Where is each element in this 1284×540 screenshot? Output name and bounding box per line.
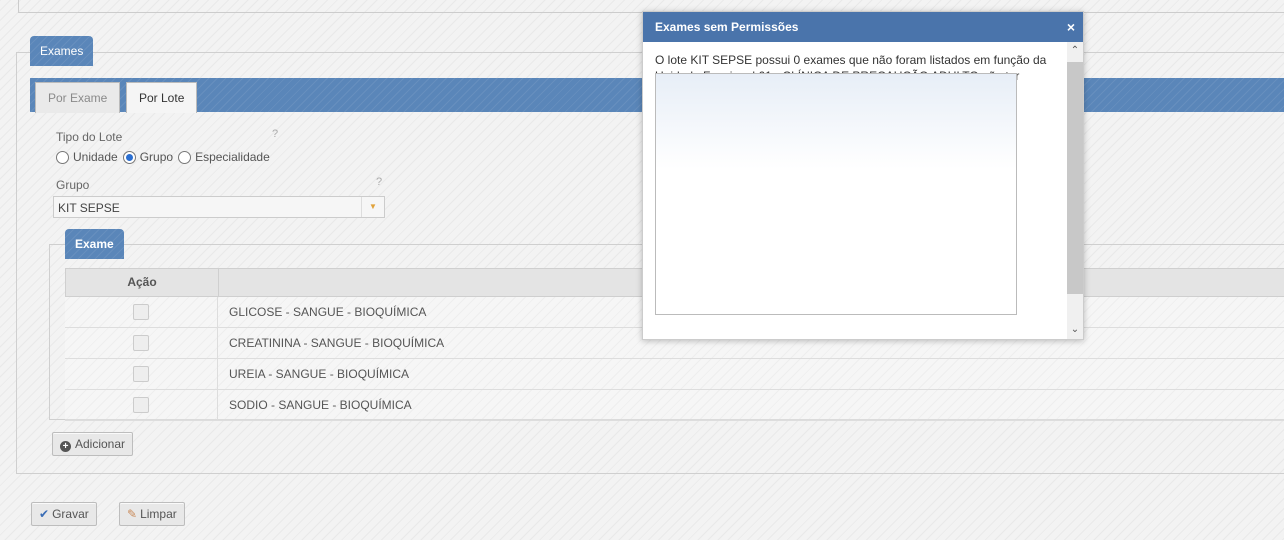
radio-grupo-label: Grupo xyxy=(139,150,174,164)
eraser-icon: ✎ xyxy=(127,507,138,521)
row-checkbox[interactable] xyxy=(133,335,149,351)
exam-name: CREATININA - SANGUE - BIOQUÍMICA xyxy=(229,336,445,350)
tipo-lote-label: Tipo do Lote xyxy=(56,130,123,144)
tab-por-exame[interactable]: Por Exame xyxy=(35,82,121,113)
grupo-label: Grupo xyxy=(56,178,90,192)
exam-name: SODIO - SANGUE - BIOQUÍMICA xyxy=(229,398,412,412)
dialog-title: Exames sem Permissões xyxy=(655,20,799,34)
radio-especialidade[interactable] xyxy=(178,150,192,164)
exames-legend: Exames xyxy=(30,36,94,66)
radio-especialidade-label: Especialidade xyxy=(195,150,270,164)
radio-unidade-label: Unidade xyxy=(73,150,118,164)
plus-circle-icon: + xyxy=(60,441,71,452)
caret-down-icon[interactable]: ▼ xyxy=(361,197,384,217)
row-checkbox[interactable] xyxy=(133,304,149,320)
grupo-select[interactable]: KIT SEPSE ▼ xyxy=(53,196,385,218)
clear-button[interactable]: ✎ Limpar xyxy=(119,502,185,526)
scroll-thumb[interactable] xyxy=(1067,62,1083,294)
save-button[interactable]: ✔ Gravar xyxy=(31,502,97,526)
exam-name: UREIA - SANGUE - BIOQUÍMICA xyxy=(229,367,410,381)
close-icon[interactable]: × xyxy=(1067,12,1075,42)
column-acao-header: Ação xyxy=(66,269,219,296)
grupo-help-icon[interactable]: ? xyxy=(376,176,382,188)
add-button[interactable]: + Adicionar xyxy=(52,432,134,456)
dialog-scrollbar[interactable]: ⌃ ⌄ xyxy=(1067,42,1083,339)
scroll-up-icon[interactable]: ⌃ xyxy=(1067,42,1083,60)
row-checkbox[interactable] xyxy=(133,366,149,382)
checkmark-icon: ✔ xyxy=(39,507,50,521)
table-row: SODIO - SANGUE - BIOQUÍMICA xyxy=(65,390,1284,421)
grupo-select-value: KIT SEPSE xyxy=(58,201,120,215)
exam-name: GLICOSE - SANGUE - BIOQUÍMICA xyxy=(229,305,427,319)
scroll-down-icon[interactable]: ⌄ xyxy=(1067,321,1083,339)
unlisted-exams-listbox[interactable] xyxy=(655,73,1017,315)
exame-legend: Exame xyxy=(65,229,124,259)
tab-por-lote[interactable]: Por Lote xyxy=(126,82,198,113)
radio-grupo[interactable] xyxy=(122,150,136,164)
tipo-lote-help-icon[interactable]: ? xyxy=(272,128,278,140)
dialog-title-bar: Exames sem Permissões × xyxy=(643,12,1083,42)
tipo-lote-radio-group: Unidade Grupo Especialidade xyxy=(56,150,270,164)
radio-unidade[interactable] xyxy=(56,150,69,164)
exames-sem-permissoes-dialog: Exames sem Permissões × O lote KIT SEPSE… xyxy=(642,11,1084,340)
table-row: UREIA - SANGUE - BIOQUÍMICA xyxy=(65,359,1284,390)
row-checkbox[interactable] xyxy=(133,397,149,413)
